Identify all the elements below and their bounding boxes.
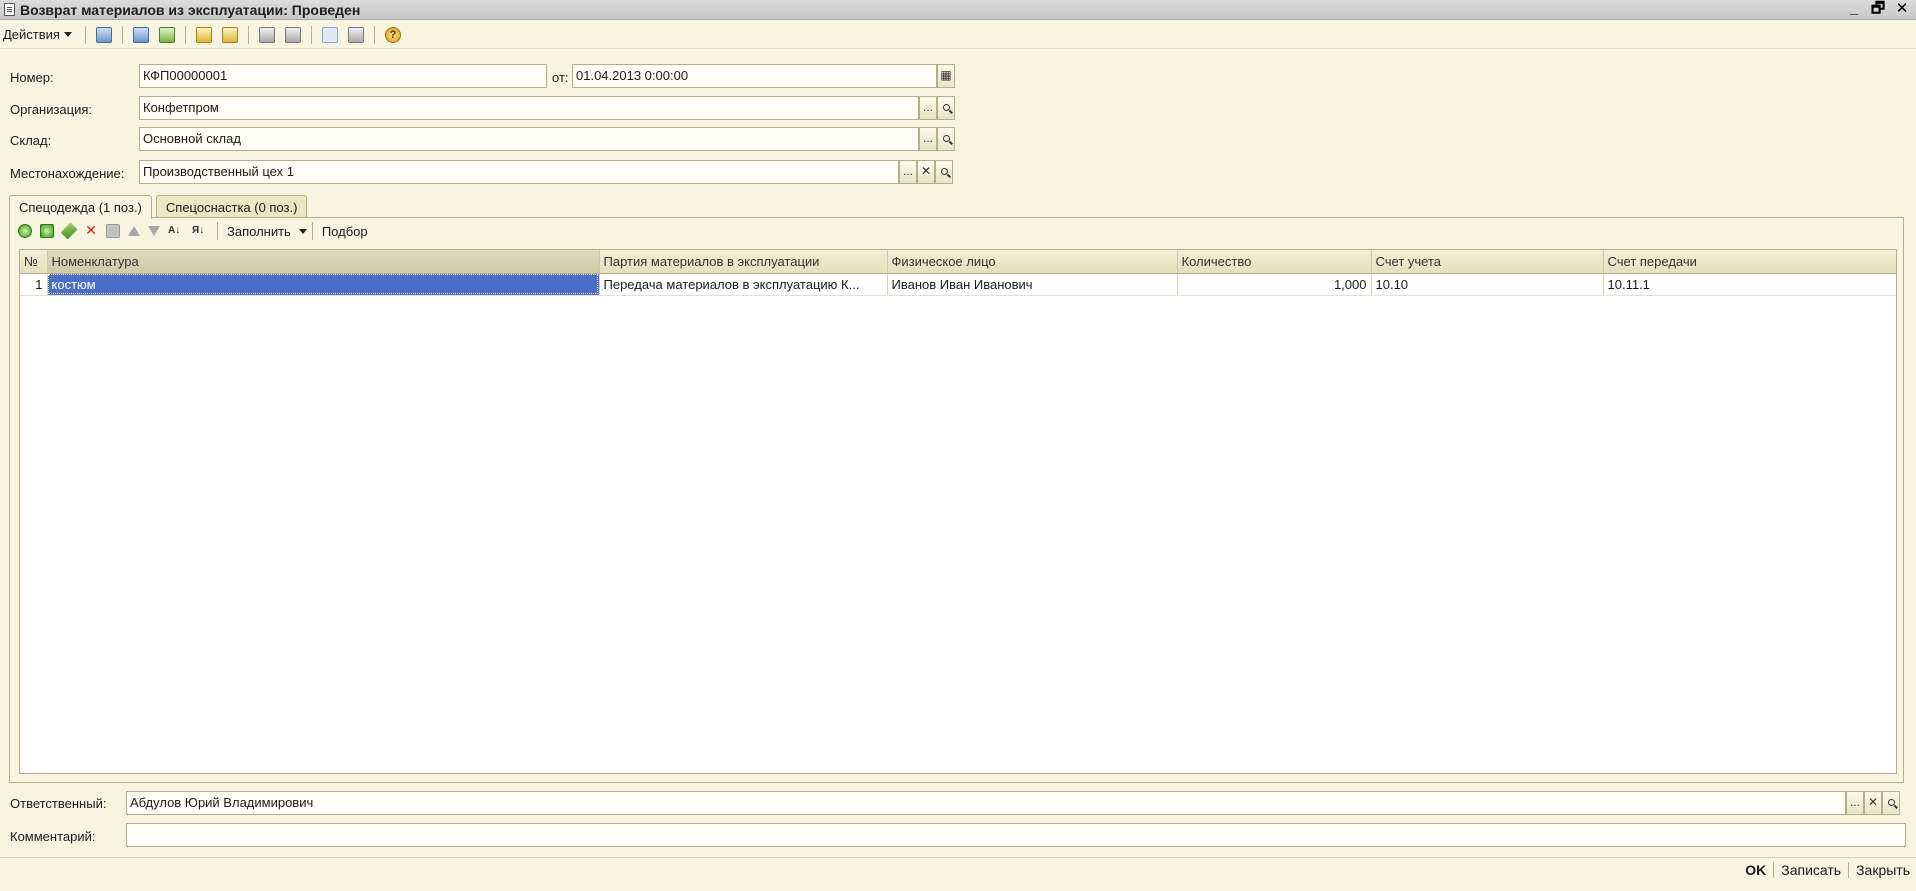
cell-nomenclature[interactable]: костюм [47,273,600,296]
cell-quantity[interactable]: 1,000 [1177,273,1372,296]
copy-row-icon[interactable] [40,224,54,238]
help-icon[interactable]: ? [384,26,401,43]
sort-ascending-icon[interactable]: A↓ [168,224,184,238]
save-icon[interactable] [132,26,149,43]
ok-button[interactable]: OK [1745,862,1766,878]
toolbar-separator [217,222,218,240]
calendar-button[interactable]: ▦ [937,64,955,88]
magnifier-icon [942,104,950,111]
footer-buttons: OK Записать Закрыть [1745,862,1910,878]
toolbar-separator [121,25,123,44]
location-open-button[interactable] [935,160,953,184]
column-header-account[interactable]: Счет учета [1371,250,1604,274]
window-title: Возврат материалов из эксплуатации: Пров… [20,1,361,18]
end-edit-icon[interactable] [106,224,120,238]
fill-menu[interactable]: Заполнить [227,224,291,239]
toolbar-separator [310,25,312,44]
movements-icon[interactable] [258,26,275,43]
organization-field[interactable]: Конфетпром [139,96,919,120]
close-window-button[interactable]: ✕ [1892,1,1912,18]
magnifier-icon [940,168,948,175]
structure-icon[interactable] [321,26,338,43]
comment-field[interactable] [126,823,1906,847]
table-header-row: № Номенклатура Партия материалов в экспл… [20,250,1896,274]
warehouse-select-button[interactable]: ... [919,127,937,151]
responsible-select-button[interactable]: ... [1846,791,1864,815]
responsible-field[interactable]: Абдулов Юрий Владимирович [126,791,1846,815]
restore-button[interactable]: 🗗 [1868,1,1888,18]
toolbar-separator [373,25,375,44]
refresh-icon[interactable] [158,26,175,43]
organization-open-button[interactable] [937,96,955,120]
column-header-person[interactable]: Физическое лицо [887,250,1178,274]
pick-button[interactable]: Подбор [322,224,368,239]
location-field[interactable]: Производственный цех 1 [139,160,899,184]
toolbar-separator [84,25,86,44]
column-header-batch[interactable]: Партия материалов в эксплуатации [599,250,888,274]
footer-separator [1773,862,1775,878]
number-field[interactable]: КФП00000001 [139,64,547,88]
comment-label: Комментарий: [10,829,96,844]
document-icon [4,3,15,16]
location-label: Местонахождение: [10,166,125,181]
form-toolbar: Действия ? [0,21,1916,49]
footer-divider [0,857,1916,858]
list-settings-icon[interactable] [347,26,364,43]
edit-row-icon[interactable] [60,222,78,240]
responsible-open-button[interactable] [1882,791,1900,815]
footer-separator [1848,862,1850,878]
fill-menu-label: Заполнить [227,223,291,239]
unpost-document-icon[interactable] [221,26,238,43]
actions-menu-label: Действия [3,27,60,42]
print-form-icon[interactable] [284,26,301,43]
items-table[interactable]: № Номенклатура Партия материалов в экспл… [19,249,1897,774]
organization-label: Организация: [10,102,93,117]
tab-workwear[interactable]: Спецодежда (1 поз.) [9,195,152,219]
magnifier-icon [942,135,950,142]
close-button[interactable]: Закрыть [1856,862,1910,878]
date-field[interactable]: 01.04.2013 0:00:00 [572,64,937,88]
cell-account[interactable]: 10.10 [1371,273,1604,296]
tab-special-equipment[interactable]: Спецоснастка (0 поз.) [155,195,308,218]
cell-number[interactable]: 1 [20,273,48,296]
number-label: Номер: [10,70,54,85]
calendar-icon: ▦ [940,68,952,82]
toolbar-separator [311,222,313,240]
warehouse-label: Склад: [10,133,52,148]
dropdown-caret-icon [63,32,72,37]
date-label: от: [552,70,569,85]
move-up-icon[interactable] [128,226,140,236]
responsible-label: Ответственный: [10,796,107,811]
table-toolbar: ✕ A↓ Я↓ Заполнить Подбор [14,220,372,242]
column-header-number[interactable]: № [20,250,48,274]
magnifier-icon [1887,799,1895,806]
column-header-transfer-account[interactable]: Счет передачи [1603,250,1896,274]
warehouse-open-button[interactable] [937,127,955,151]
column-header-nomenclature[interactable]: Номенклатура [47,250,600,274]
warehouse-field[interactable]: Основной склад [139,127,919,151]
window-titlebar: Возврат материалов из эксплуатации: Пров… [0,0,1916,20]
add-row-icon[interactable] [18,224,32,238]
cell-transfer-account[interactable]: 10.11.1 [1603,273,1896,296]
delete-row-icon[interactable]: ✕ [84,223,98,238]
post-and-close-icon[interactable] [95,26,112,43]
toolbar-separator [247,25,249,44]
dropdown-caret-icon [298,228,307,234]
save-button[interactable]: Записать [1781,862,1841,878]
cell-batch[interactable]: Передача материалов в эксплуатацию К... [599,273,888,296]
column-header-quantity[interactable]: Количество [1177,250,1372,274]
location-clear-button[interactable]: ✕ [917,160,935,184]
move-down-icon[interactable] [148,226,160,236]
tab-bar: Спецодежда (1 поз.) Спецоснастка (0 поз.… [9,195,308,219]
toolbar-separator [184,25,186,44]
responsible-clear-button[interactable]: ✕ [1864,791,1882,815]
post-document-icon[interactable] [195,26,212,43]
table-row[interactable]: 1 костюм Передача материалов в эксплуата… [20,273,1896,296]
actions-menu[interactable]: Действия [3,27,72,42]
sort-descending-icon[interactable]: Я↓ [192,224,208,238]
location-select-button[interactable]: ... [899,160,917,184]
minimize-button[interactable]: _ [1844,1,1864,18]
cell-person[interactable]: Иванов Иван Иванович [887,273,1178,296]
organization-select-button[interactable]: ... [919,96,937,120]
